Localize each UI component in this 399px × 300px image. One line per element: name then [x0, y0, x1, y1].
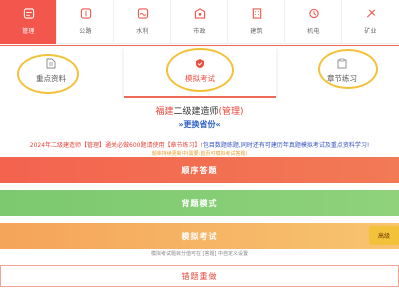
- nav-item-management[interactable]: 管理: [0, 0, 57, 44]
- notice-text: 2024年二级建造师【管理】通关必做600题请使用【章节练习】!包目数题练题,同…: [29, 142, 370, 149]
- order-answer-button[interactable]: 顺序答题: [0, 157, 399, 183]
- nav-label: 管理: [22, 28, 35, 35]
- nav-label: 机电: [307, 28, 320, 35]
- subject-nav: 管理 公路 水利 市政 建筑 机电 矿业: [0, 0, 399, 44]
- highlight-ellipse-mock-exam: [166, 48, 234, 92]
- municipal-icon: [194, 8, 205, 19]
- nav-item-building[interactable]: 建筑: [228, 0, 285, 44]
- mock-exam-button[interactable]: 模拟考试: [0, 223, 399, 249]
- advanced-badge[interactable]: 高级: [369, 226, 399, 245]
- recite-mode-button[interactable]: 背题模式: [0, 190, 399, 216]
- nav-item-municipal[interactable]: 市政: [171, 0, 228, 44]
- switch-subject-link[interactable]: »更换省份«: [0, 119, 399, 130]
- wrong-redo-button[interactable]: 错题重做: [0, 265, 399, 287]
- highlight-ellipse-chapter-practice: [318, 49, 378, 89]
- road-icon: [80, 8, 91, 19]
- nav-item-water[interactable]: 水利: [114, 0, 171, 44]
- nav-item-mining[interactable]: 矿业: [342, 0, 399, 44]
- nav-label: 水利: [136, 28, 149, 35]
- nav-label: 公路: [79, 28, 92, 35]
- building-icon: [252, 8, 261, 19]
- highlight-ellipse-key-material: [17, 54, 79, 94]
- nav-label: 矿业: [364, 28, 377, 35]
- management-icon: [23, 8, 34, 19]
- nav-label: 市政: [193, 28, 206, 35]
- page-title: 福建二级建造师(管理): [155, 107, 244, 117]
- nav-item-road[interactable]: 公路: [57, 0, 114, 44]
- notice-subtext: 题库持续更新中(需要:首页可模拟考试答题): [151, 151, 248, 157]
- mining-icon: [366, 9, 375, 18]
- water-icon: [137, 8, 148, 19]
- nav-label: 建筑: [250, 28, 263, 35]
- electromechanical-icon: [308, 8, 319, 19]
- nav-item-electromechanical[interactable]: 机电: [285, 0, 342, 44]
- exam-note: 模拟考试题目分值可在 [答题] 中自定义设置: [150, 251, 249, 257]
